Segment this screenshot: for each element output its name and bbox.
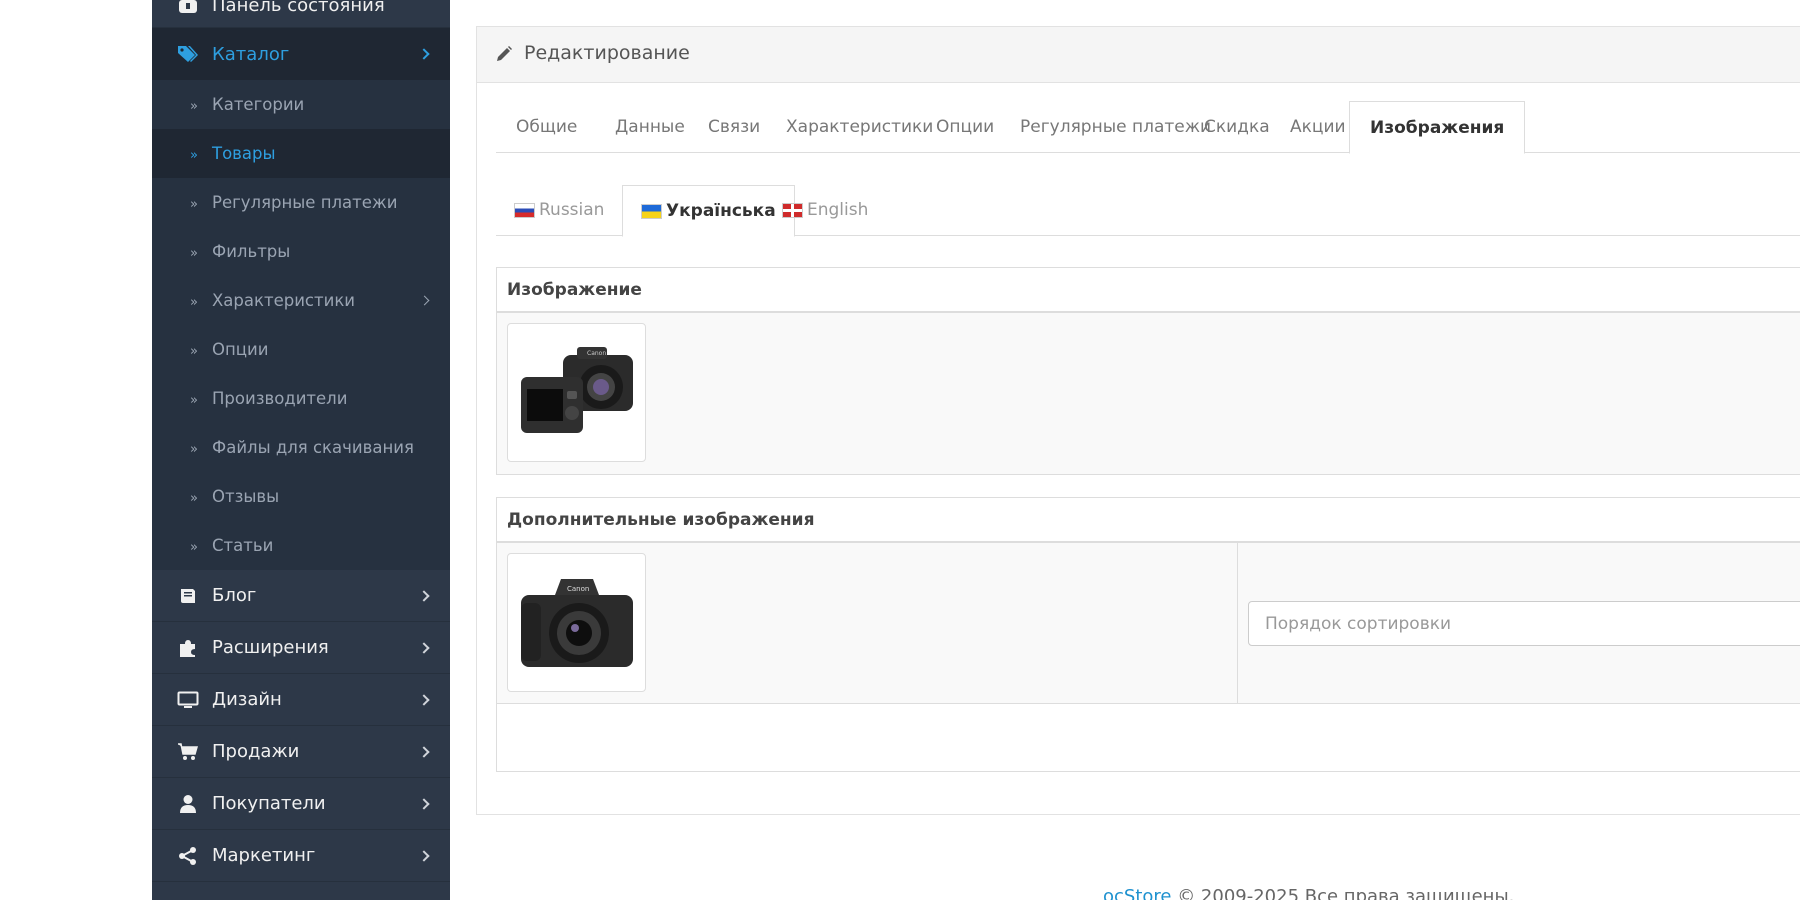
double-chevron-icon: »	[190, 540, 198, 555]
panel-title: Редактирование	[524, 42, 690, 64]
double-chevron-icon: »	[190, 99, 198, 114]
product-tabs: Общие Данные Связи Характеристики Опции …	[496, 101, 1800, 154]
submenu-item-reviews[interactable]: » Отзывы	[152, 472, 450, 521]
monitor-icon	[177, 689, 199, 711]
dashboard-icon	[177, 0, 199, 17]
submenu-item-manufacturers[interactable]: » Производители	[152, 374, 450, 423]
main-image-thumbnail[interactable]: Canon	[507, 323, 646, 462]
tags-icon	[177, 43, 199, 65]
additional-image-row: Canon	[497, 543, 1800, 704]
submenu-item-label: Отзывы	[212, 487, 280, 506]
double-chevron-icon: »	[190, 246, 198, 261]
double-chevron-icon: »	[190, 344, 198, 359]
double-chevron-icon: »	[190, 148, 198, 163]
menu-item-extensions[interactable]: Расширения	[152, 622, 450, 674]
additional-image-thumbnail[interactable]: Canon	[507, 553, 646, 692]
submenu-item-label: Опции	[212, 340, 269, 359]
submenu-item-downloads[interactable]: » Файлы для скачивания	[152, 423, 450, 472]
share-icon	[177, 845, 199, 867]
ukraine-flag-icon	[641, 203, 662, 219]
submenu-item-articles[interactable]: » Статьи	[152, 521, 450, 570]
main-image-row: Canon	[497, 313, 1800, 474]
double-chevron-icon: »	[190, 197, 198, 212]
footer-copyright: © 2009-2025 Все права защищены.	[1171, 886, 1515, 900]
main-image-header: Изображение	[497, 268, 1800, 313]
book-icon	[177, 585, 199, 607]
menu-item-catalog-label: Каталог	[212, 43, 290, 65]
menu-item-label: Расширения	[212, 637, 329, 658]
submenu-item-products[interactable]: » Товары	[152, 129, 450, 178]
footer: ocStore © 2009-2025 Все права защищены.	[1103, 886, 1514, 900]
camera-back-image: Canon	[520, 346, 633, 433]
menu-item-label: Продажи	[212, 741, 300, 762]
sidebar: Панель состояния Каталог » Категории » Т…	[152, 0, 450, 900]
submenu-item-label: Регулярные платежи	[212, 193, 398, 212]
double-chevron-icon: »	[190, 491, 198, 506]
camera-front-image: Canon	[520, 578, 633, 667]
chevron-right-icon	[418, 589, 430, 602]
catalog-submenu: » Категории » Товары » Регулярные платеж…	[152, 80, 450, 570]
language-tab-russian[interactable]: Russian	[496, 185, 622, 236]
submenu-item-filters[interactable]: » Фильтры	[152, 227, 450, 276]
language-tab-label: Українська	[666, 200, 776, 221]
submenu-item-label: Характеристики	[212, 291, 356, 310]
user-icon	[177, 793, 199, 815]
submenu-item-label: Фильтры	[212, 242, 291, 261]
submenu-item-categories[interactable]: » Категории	[152, 80, 450, 129]
menu-item-customers[interactable]: Покупатели	[152, 778, 450, 830]
tab-images[interactable]: Изображения	[1349, 101, 1526, 154]
additional-images-table: Дополнительные изображения Canon	[496, 497, 1800, 772]
submenu-item-label: Статьи	[212, 536, 274, 555]
svg-text:Canon: Canon	[567, 585, 589, 593]
svg-text:Canon: Canon	[587, 350, 606, 357]
main-image-table: Изображение Canon	[496, 267, 1800, 475]
panel-heading: Редактирование	[477, 27, 1800, 83]
double-chevron-icon: »	[190, 295, 198, 310]
menu-item-dashboard[interactable]: Панель состояния	[152, 0, 450, 28]
footer-link[interactable]: ocStore	[1103, 886, 1171, 900]
chevron-right-icon	[418, 745, 430, 758]
submenu-item-label: Производители	[212, 389, 348, 408]
menu-item-label: Покупатели	[212, 793, 326, 814]
submenu-item-attributes[interactable]: » Характеристики	[152, 276, 450, 325]
column-divider	[1237, 543, 1238, 703]
menu-item-marketing[interactable]: Маркетинг	[152, 830, 450, 882]
sort-order-input[interactable]	[1248, 601, 1800, 646]
menu-item-design[interactable]: Дизайн	[152, 674, 450, 726]
chevron-right-icon	[419, 295, 430, 306]
menu-item-catalog[interactable]: Каталог	[152, 28, 450, 80]
submenu-item-label: Категории	[212, 95, 305, 114]
menu-item-more[interactable]	[152, 882, 450, 900]
tab-general[interactable]: Общие	[496, 101, 597, 153]
pencil-icon	[495, 45, 513, 63]
submenu-item-label: Файлы для скачивания	[212, 438, 414, 457]
menu-item-label: Блог	[212, 585, 257, 606]
cart-icon	[177, 741, 199, 763]
chevron-right-icon	[418, 797, 430, 810]
language-tabs: Russian Українська English	[496, 185, 1800, 237]
additional-images-header: Дополнительные изображения	[497, 498, 1800, 543]
submenu-item-options[interactable]: » Опции	[152, 325, 450, 374]
menu-item-dashboard-label: Панель состояния	[212, 0, 385, 16]
submenu-item-recurring[interactable]: » Регулярные платежи	[152, 178, 450, 227]
menu-item-blog[interactable]: Блог	[152, 570, 450, 622]
puzzle-icon	[177, 637, 199, 659]
england-flag-icon	[782, 203, 803, 218]
chevron-right-icon	[418, 48, 430, 60]
chevron-right-icon	[418, 849, 430, 862]
language-tab-english[interactable]: English	[764, 185, 886, 236]
double-chevron-icon: »	[190, 442, 198, 457]
menu-item-sales[interactable]: Продажи	[152, 726, 450, 778]
menu-item-label: Дизайн	[212, 689, 282, 710]
chevron-right-icon	[418, 693, 430, 706]
menu-item-label: Маркетинг	[212, 845, 316, 866]
language-tab-label: English	[807, 200, 869, 220]
submenu-item-label: Товары	[212, 144, 276, 163]
russia-flag-icon	[514, 203, 535, 218]
chevron-right-icon	[418, 641, 430, 654]
double-chevron-icon: »	[190, 393, 198, 408]
language-tab-label: Russian	[539, 200, 605, 220]
